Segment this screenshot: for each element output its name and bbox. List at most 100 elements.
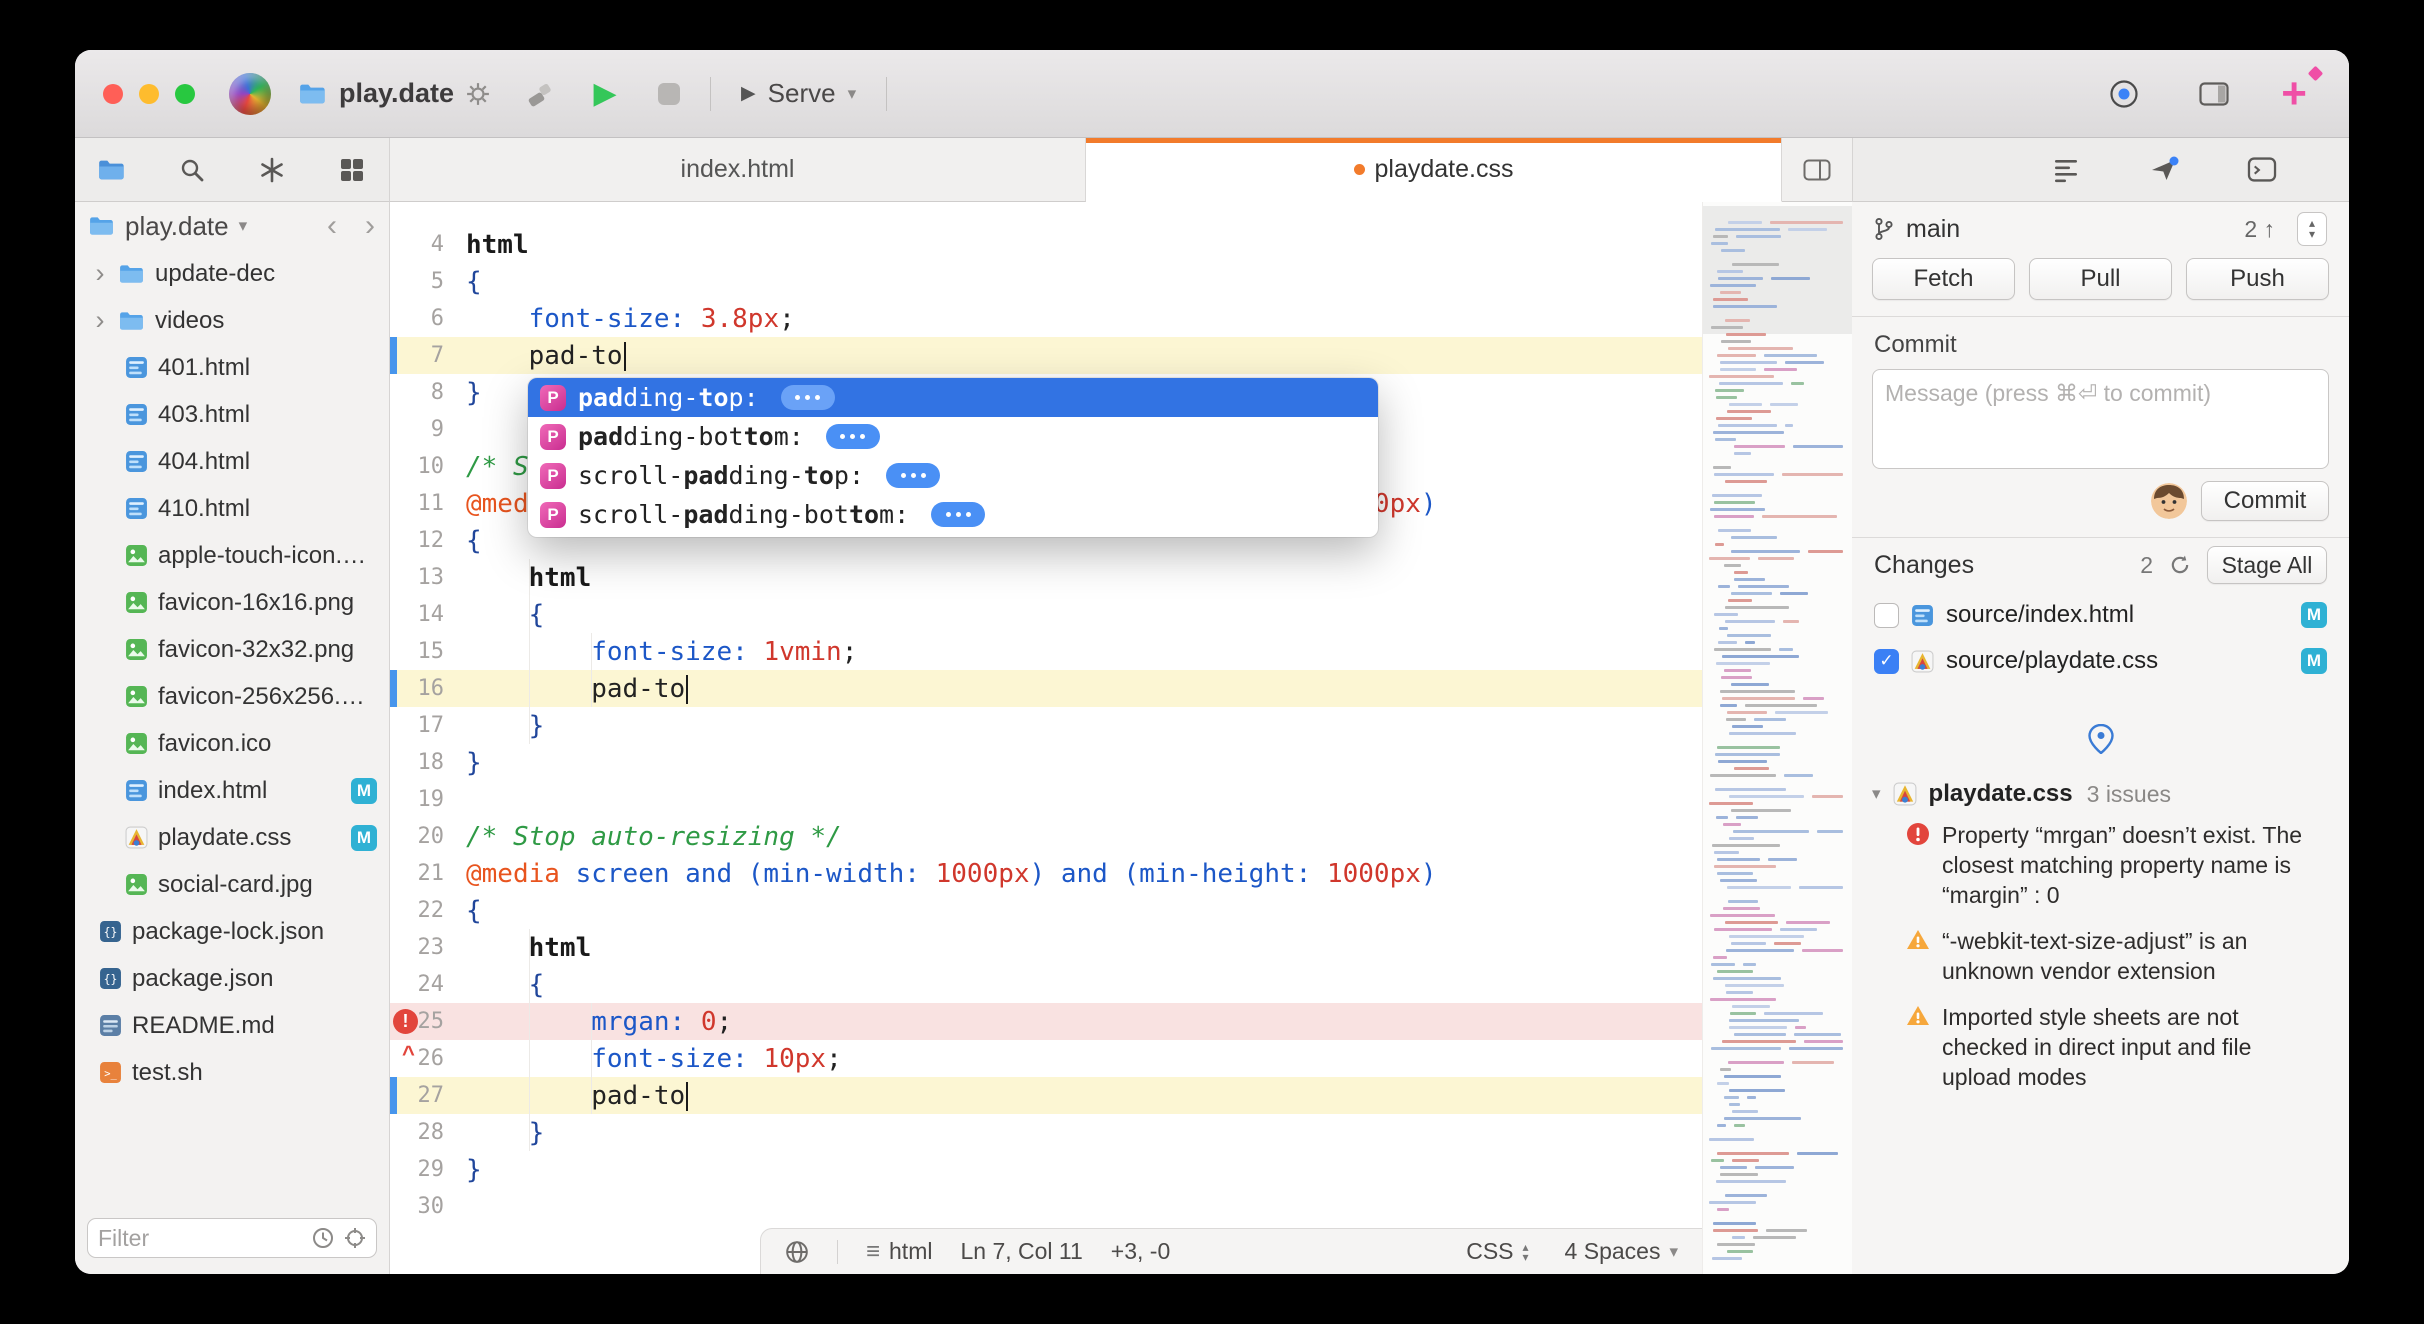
publish-paperplane-pane-button[interactable] <box>2141 147 2187 193</box>
completion-item[interactable]: Ppadding-top: <box>528 378 1378 417</box>
commit-message-input[interactable] <box>1872 369 2329 469</box>
disclosure-chevron-icon[interactable]: › <box>91 258 109 289</box>
preview-eye-button[interactable] <box>2101 71 2147 117</box>
error-gutter-icon[interactable]: ! <box>393 1009 418 1034</box>
file-row[interactable]: >_ test.sh <box>75 1049 389 1096</box>
file-row[interactable]: 403.html <box>75 391 389 438</box>
folder-row[interactable]: › videos <box>75 297 389 344</box>
code-line[interactable]: 18} <box>390 744 1702 781</box>
code-line[interactable]: 20 /* Stop auto-resizing */ <box>390 818 1702 855</box>
file-row[interactable]: favicon.ico <box>75 720 389 767</box>
new-item-button[interactable]: + <box>2281 65 2324 116</box>
code-line[interactable]: 21 @media screen and (min-width: 1000px) … <box>390 855 1702 892</box>
code-line[interactable]: 16 pad-to <box>390 670 1702 707</box>
folder-row[interactable]: › update-dec <box>75 250 389 297</box>
tab-index-html[interactable]: index.html <box>390 138 1086 202</box>
issue-item[interactable]: “-webkit-text-size-adjust” is an unknown… <box>1906 926 2325 986</box>
push-button[interactable]: Push <box>2186 258 2329 300</box>
back-button[interactable]: ‹ <box>327 209 337 243</box>
commit-button[interactable]: Commit <box>2201 481 2329 521</box>
file-row[interactable]: social-card.jpg <box>75 861 389 908</box>
code-line[interactable]: ! 25 mrgan: 0; <box>390 1003 1702 1040</box>
code-line[interactable]: 4 html <box>390 226 1702 263</box>
recent-clock-icon[interactable] <box>312 1227 334 1249</box>
code-line[interactable]: 27 pad-to <box>390 1077 1702 1114</box>
code-line[interactable]: 23 html <box>390 929 1702 966</box>
branch-row[interactable]: main 2 ↑ ▴ ▾ <box>1852 202 2349 256</box>
completion-item[interactable]: Ppadding-bottom: <box>528 417 1378 456</box>
code-line[interactable]: 6 font-size: 3.8px; <box>390 300 1702 337</box>
titlebar[interactable]: play.date ▶ ▶ Serve ▾ + <box>75 50 2349 138</box>
file-row[interactable]: README.md <box>75 1002 389 1049</box>
code-line[interactable]: 29} <box>390 1151 1702 1188</box>
issues-header[interactable]: ▾ playdate.css 3 issues <box>1852 780 2349 820</box>
stop-button[interactable] <box>646 71 692 117</box>
code-line[interactable]: 30 <box>390 1188 1702 1225</box>
code-line[interactable]: 19 <box>390 781 1702 818</box>
code-line[interactable]: 24 { <box>390 966 1702 1003</box>
file-row[interactable]: playdate.css M <box>75 814 389 861</box>
file-row[interactable]: favicon-256x256.png <box>75 673 389 720</box>
globe-icon[interactable] <box>785 1240 809 1264</box>
split-editor-button[interactable] <box>1782 138 1852 202</box>
fetch-button[interactable]: Fetch <box>1872 258 2015 300</box>
close-button[interactable] <box>103 83 123 104</box>
change-row[interactable]: ✓ source/playdate.css M <box>1852 638 2349 684</box>
terminal-pane-button[interactable] <box>2239 147 2285 193</box>
files-pane-button[interactable] <box>89 147 135 193</box>
disclosure-chevron-icon[interactable]: › <box>91 305 109 336</box>
tab-playdate-css[interactable]: playdate.css <box>1086 138 1782 202</box>
file-row[interactable]: 404.html <box>75 438 389 485</box>
issue-item[interactable]: Property “mrgan” doesn’t exist. The clos… <box>1906 820 2325 910</box>
layout-panel-button[interactable] <box>2191 71 2237 117</box>
file-row[interactable]: index.html M <box>75 767 389 814</box>
file-row[interactable]: {} package.json <box>75 955 389 1002</box>
run-button[interactable]: ▶ <box>582 71 628 117</box>
file-row[interactable]: 401.html <box>75 344 389 391</box>
refresh-icon[interactable] <box>2169 554 2191 576</box>
code-line[interactable]: 17 } <box>390 707 1702 744</box>
code-line[interactable]: ^ 26 font-size: 10px; <box>390 1040 1702 1077</box>
minimap[interactable] <box>1702 202 1852 1274</box>
code-line[interactable]: 28 } <box>390 1114 1702 1151</box>
code-line[interactable]: 15 font-size: 1vmin; <box>390 633 1702 670</box>
format-align-pane-button[interactable] <box>2043 147 2089 193</box>
completion-item[interactable]: Pscroll-padding-bottom: <box>528 495 1378 534</box>
branch-stepper[interactable]: ▴ ▾ <box>2297 212 2327 246</box>
code-line[interactable]: 14 { <box>390 596 1702 633</box>
issue-item[interactable]: Imported style sheets are not checked in… <box>1906 1002 2325 1092</box>
breadcrumb[interactable]: ≡ html <box>866 1238 932 1266</box>
file-row[interactable]: favicon-16x16.png <box>75 579 389 626</box>
stage-all-button[interactable]: Stage All <box>2207 546 2327 584</box>
pull-button[interactable]: Pull <box>2029 258 2172 300</box>
search-pane-button[interactable] <box>169 147 215 193</box>
file-row[interactable]: {} package-lock.json <box>75 908 389 955</box>
code-line[interactable]: 5{ <box>390 263 1702 300</box>
clean-button[interactable] <box>518 71 564 117</box>
completion-item[interactable]: Pscroll-padding-top: <box>528 456 1378 495</box>
code-line[interactable]: 7 pad-to <box>390 337 1702 374</box>
collapse-chevron-icon[interactable]: ▾ <box>1872 784 1881 804</box>
filter-input[interactable] <box>98 1224 302 1252</box>
tools-asterisk-pane-button[interactable] <box>249 147 295 193</box>
forward-button[interactable]: › <box>365 209 375 243</box>
project-header[interactable]: play.date ▾ ‹ › <box>75 202 389 250</box>
zoom-button[interactable] <box>175 83 195 104</box>
syntax-selector[interactable]: CSS ▴ ▾ <box>1466 1238 1528 1265</box>
filter-scope-icon[interactable] <box>344 1227 366 1249</box>
indent-selector[interactable]: 4 Spaces ▾ <box>1565 1238 1678 1265</box>
minimize-button[interactable] <box>139 83 159 104</box>
stage-checkbox[interactable] <box>1874 602 1899 628</box>
extensions-grid-pane-button[interactable] <box>329 147 375 193</box>
file-row[interactable]: favicon-32x32.png <box>75 626 389 673</box>
project-settings-gear-icon[interactable] <box>466 82 490 106</box>
file-name: favicon-256x256.png <box>158 682 377 710</box>
code-line[interactable]: 22 { <box>390 892 1702 929</box>
stage-checkbox[interactable]: ✓ <box>1874 648 1899 674</box>
code-line[interactable]: 13 html <box>390 559 1702 596</box>
file-row[interactable]: apple-touch-icon.png <box>75 532 389 579</box>
serve-control[interactable]: ▶ Serve ▾ <box>729 78 868 109</box>
change-row[interactable]: source/index.html M <box>1852 592 2349 638</box>
file-row[interactable]: 410.html <box>75 485 389 532</box>
editor[interactable]: 4 html 5{6 font-size: 3.8px; 7 pad-to 8} 9 10/… <box>390 202 1852 1274</box>
